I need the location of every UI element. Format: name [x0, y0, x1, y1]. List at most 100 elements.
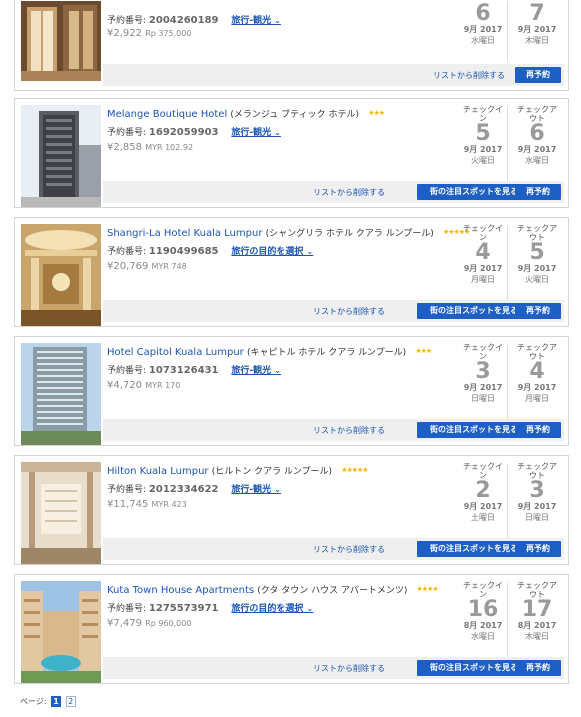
hotel-name-link[interactable]: Melange Boutique Hotel — [107, 109, 227, 120]
page-2-link[interactable]: 2 — [65, 696, 76, 707]
checkin-weekday: 火曜日 — [471, 156, 495, 165]
reservation-label: 予約番号: — [107, 604, 147, 614]
view-sights-button[interactable]: 街の注目スポットを見る — [417, 422, 531, 438]
checkin-day: 16 — [467, 597, 499, 622]
reservation-number: 1190499685 — [148, 246, 219, 257]
reservation-info: 予約番号: 1692059903 旅行-観光 ⌄ — [107, 125, 281, 138]
view-sights-button[interactable]: 街の注目スポットを見る — [417, 303, 531, 319]
chevron-down-icon: ⌄ — [306, 247, 314, 256]
booking-card-inner: Shangri-La Hotel Kuala Lumpur (シャングリラ ホテ… — [19, 222, 564, 326]
trip-purpose-dropdown[interactable]: 旅行-観光 ⌄ — [231, 16, 281, 26]
chevron-down-icon: ⌄ — [274, 366, 281, 375]
checkout-label: チェックア ウト — [517, 343, 557, 361]
checkin-weekday: 日曜日 — [471, 394, 495, 403]
page-1-link[interactable]: 1 — [51, 696, 62, 707]
checkin-date: チェックイ ン 16 8月 2017 水曜日 — [459, 579, 507, 642]
hotel-name-japanese: (クタ タウン ハウス アパートメンツ) — [257, 586, 408, 596]
remove-from-list-link[interactable]: リストから削除する — [433, 70, 505, 81]
remove-from-list-link[interactable]: リストから削除する — [313, 187, 385, 198]
checkout-weekday: 月曜日 — [525, 394, 549, 403]
checkout-day: 4 — [529, 359, 545, 384]
hotel-name-link[interactable]: Shangri-La Hotel Kuala Lumpur — [107, 228, 262, 239]
reservation-number: 1692059903 — [148, 127, 219, 138]
view-sights-button[interactable]: 街の注目スポットを見る — [417, 184, 531, 200]
checkin-month-year: 9月 2017 — [463, 502, 503, 511]
trip-purpose-label: 旅行-観光 — [231, 128, 272, 138]
action-bar: リストから削除する 再予約 — [103, 64, 564, 86]
hotel-name-link[interactable]: Kuta Town House Apartments — [107, 585, 254, 596]
reservation-label: 予約番号: — [107, 366, 147, 376]
hotel-photo[interactable] — [21, 224, 101, 332]
remove-from-list-link[interactable]: リストから削除する — [313, 663, 385, 674]
hotel-photo[interactable] — [21, 581, 101, 689]
trip-purpose-label: 旅行-観光 — [231, 16, 272, 26]
rebook-button[interactable]: 再予約 — [515, 67, 561, 83]
action-bar: リストから削除する 街の注目スポットを見る 再予約 — [103, 538, 564, 560]
hotel-photo[interactable] — [21, 462, 101, 570]
reservation-number: 2004260189 — [148, 15, 219, 26]
checkout-day: 3 — [529, 478, 545, 503]
checkin-weekday: 土曜日 — [471, 513, 495, 522]
divider — [507, 1, 508, 61]
rebook-button[interactable]: 再予約 — [515, 422, 561, 438]
price-jpy: ¥20,769 — [107, 261, 149, 272]
view-sights-button[interactable]: 街の注目スポットを見る — [417, 660, 531, 676]
price: ¥2,922 Rp 375,000 — [107, 28, 191, 39]
remove-from-list-link[interactable]: リストから削除する — [313, 306, 385, 317]
checkin-day: 5 — [475, 121, 491, 146]
price-jpy: ¥4,720 — [107, 380, 142, 391]
booking-card: Shangri-La Hotel Kuala Lumpur (シャングリラ ホテ… — [14, 217, 569, 327]
reservation-info: 予約番号: 2012334622 旅行-観光 ⌄ — [107, 482, 281, 495]
checkin-date: 6 9月 2017 水曜日 — [459, 3, 507, 46]
hotel-photo[interactable] — [21, 1, 101, 81]
pagination-label: ページ: — [20, 697, 47, 706]
rebook-button[interactable]: 再予約 — [515, 184, 561, 200]
trip-purpose-dropdown[interactable]: 旅行の目的を選択 ⌄ — [231, 604, 313, 614]
checkin-month-year: 9月 2017 — [463, 383, 503, 392]
checkout-weekday: 日曜日 — [525, 513, 549, 522]
checkin-date: チェックイ ン 5 9月 2017 火曜日 — [459, 103, 507, 166]
trip-purpose-dropdown[interactable]: 旅行-観光 ⌄ — [231, 485, 281, 495]
checkout-weekday: 水曜日 — [525, 156, 549, 165]
checkin-weekday: 水曜日 — [471, 632, 495, 641]
reservation-label: 予約番号: — [107, 128, 147, 138]
chevron-down-icon: ⌄ — [274, 16, 281, 25]
remove-from-list-link[interactable]: リストから削除する — [313, 544, 385, 555]
rebook-button[interactable]: 再予約 — [515, 303, 561, 319]
checkout-day: 6 — [529, 121, 545, 146]
rebook-button[interactable]: 再予約 — [515, 660, 561, 676]
checkout-date: チェックア ウト 6 9月 2017 水曜日 — [513, 103, 561, 166]
hotel-title: Shangri-La Hotel Kuala Lumpur (シャングリラ ホテ… — [107, 226, 470, 239]
checkout-date: チェックア ウト 5 9月 2017 火曜日 — [513, 222, 561, 285]
hotel-name-japanese: (ヒルトン クアラ ルンプール) — [211, 467, 332, 477]
price-jpy: ¥11,745 — [107, 499, 149, 510]
price: ¥20,769 MYR 748 — [107, 261, 187, 272]
checkout-weekday: 木曜日 — [525, 632, 549, 641]
checkin-label: チェックイ ン — [463, 105, 503, 123]
view-sights-button[interactable]: 街の注目スポットを見る — [417, 541, 531, 557]
trip-purpose-dropdown[interactable]: 旅行-観光 ⌄ — [231, 366, 281, 376]
reservation-info: 予約番号: 1275573971 旅行の目的を選択 ⌄ — [107, 601, 313, 614]
hotel-photo[interactable] — [21, 105, 101, 213]
checkin-label: チェックイ ン — [463, 343, 503, 361]
remove-from-list-link[interactable]: リストから削除する — [313, 425, 385, 436]
checkin-date: チェックイ ン 2 9月 2017 土曜日 — [459, 460, 507, 523]
checkin-day: 6 — [475, 1, 491, 26]
trip-purpose-dropdown[interactable]: 旅行の目的を選択 ⌄ — [231, 247, 313, 257]
checkout-date: 7 9月 2017 木曜日 — [513, 3, 561, 46]
checkout-label: チェックア ウト — [517, 462, 557, 480]
checkout-date: チェックア ウト 17 8月 2017 木曜日 — [513, 579, 561, 642]
hotel-name-link[interactable]: Hotel Capitol Kuala Lumpur — [107, 347, 244, 358]
hotel-title: Hotel Capitol Kuala Lumpur (キャピトル ホテル クア… — [107, 345, 432, 358]
trip-purpose-label: 旅行-観光 — [231, 485, 272, 495]
rebook-button[interactable]: 再予約 — [515, 541, 561, 557]
hotel-name-link[interactable]: Hilton Kuala Lumpur — [107, 466, 209, 477]
price-local: Rp 375,000 — [145, 29, 192, 38]
hotel-photo[interactable] — [21, 343, 101, 451]
reservation-label: 予約番号: — [107, 247, 147, 257]
reservation-number: 1275573971 — [148, 603, 219, 614]
checkin-day: 2 — [475, 478, 491, 503]
booking-card: Hotel Capitol Kuala Lumpur (キャピトル ホテル クア… — [14, 336, 569, 446]
trip-purpose-dropdown[interactable]: 旅行-観光 ⌄ — [231, 128, 281, 138]
price-local: MYR 748 — [151, 262, 187, 271]
